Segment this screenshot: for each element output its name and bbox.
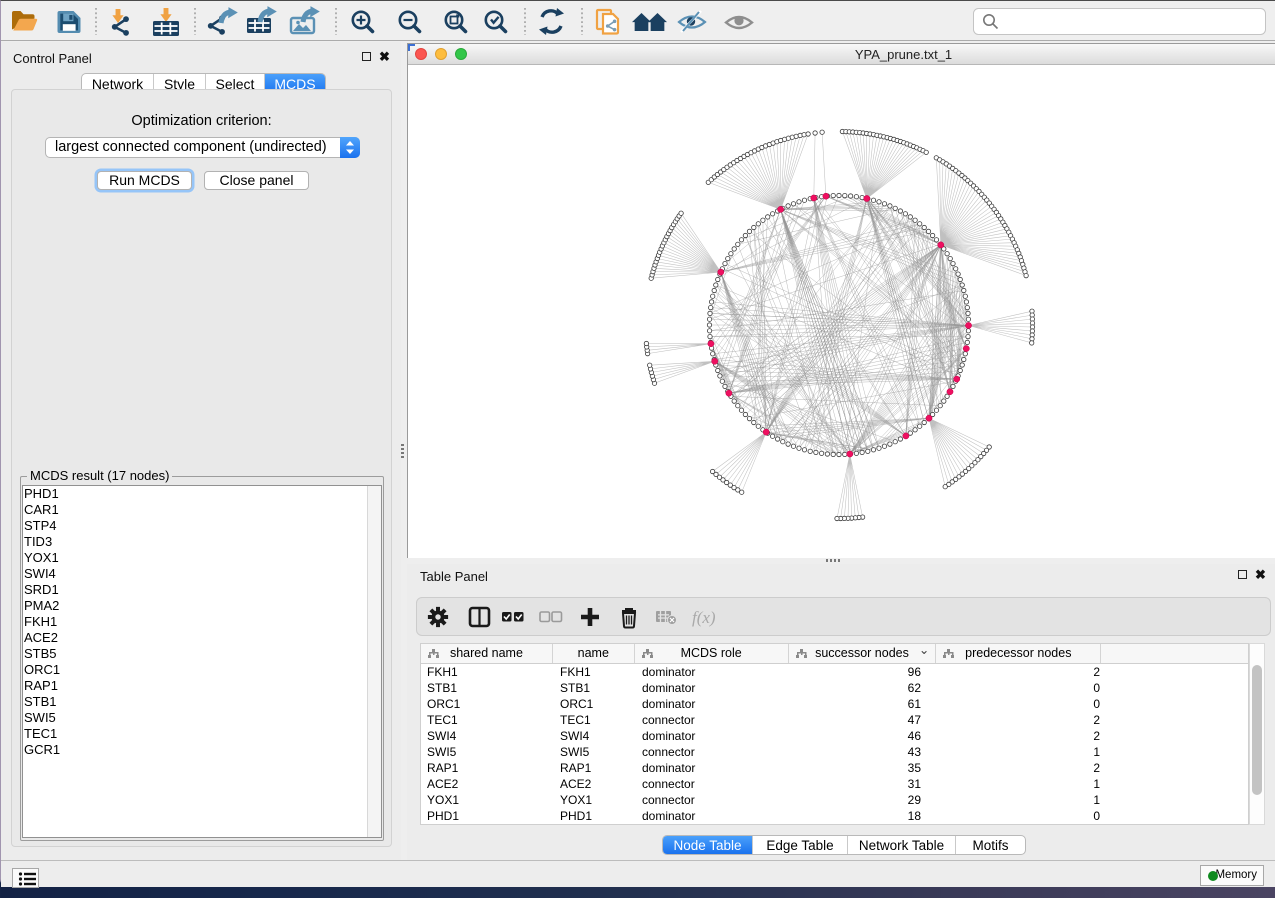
svg-text:f(x): f(x)	[692, 608, 716, 627]
